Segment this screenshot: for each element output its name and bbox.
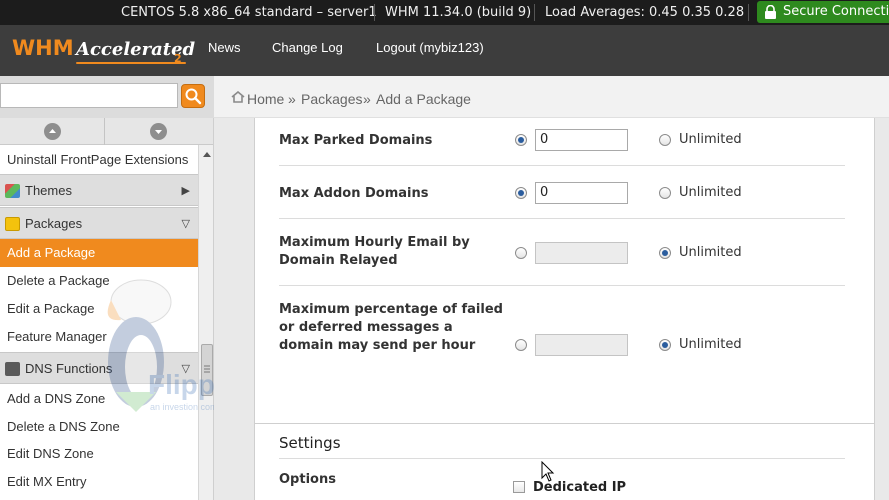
breadcrumb-separator: » bbox=[288, 91, 296, 107]
unlimited-label: Unlimited bbox=[679, 245, 742, 260]
breadcrumb-separator: » bbox=[363, 91, 371, 107]
addon-domains-unlimited-radio[interactable] bbox=[659, 187, 671, 199]
failed-percentage-unlimited-radio[interactable] bbox=[659, 339, 671, 351]
mouse-cursor-icon bbox=[541, 461, 555, 482]
sidebar-scroll-arrows bbox=[0, 118, 213, 145]
nav-logout[interactable]: Logout (mybiz123) bbox=[376, 25, 484, 76]
sidebar-item-delete-dns-zone[interactable]: Delete a DNS Zone bbox=[0, 413, 198, 441]
parked-domains-value-radio[interactable] bbox=[515, 134, 527, 146]
sidebar-item-edit-package[interactable]: Edit a Package bbox=[0, 295, 198, 323]
sidebar-section-packages[interactable]: Packages ▽ bbox=[0, 207, 198, 239]
field-label: Max Addon Domains bbox=[279, 186, 429, 201]
whm-version: WHM 11.34.0 (build 9) bbox=[385, 5, 532, 20]
sidebar-section-label: DNS Functions bbox=[25, 361, 113, 376]
status-divider bbox=[374, 4, 375, 21]
sidebar-section-label: Themes bbox=[25, 183, 72, 198]
form-row-max-addon-domains: Max Addon Domains 0 Unlimited bbox=[279, 166, 845, 219]
failed-percentage-input[interactable] bbox=[535, 334, 628, 356]
whm-logo[interactable]: WHM Accelerated 2 bbox=[12, 34, 195, 68]
chevron-down-icon: ▽ bbox=[181, 218, 190, 230]
sidebar-item-delete-package[interactable]: Delete a Package bbox=[0, 267, 198, 295]
form-row-max-failed-percentage: Maximum percentage of failed or deferred… bbox=[279, 286, 845, 378]
search-icon bbox=[185, 88, 202, 105]
home-icon bbox=[231, 91, 245, 103]
sidebar-scroll-down-button[interactable] bbox=[105, 118, 210, 145]
breadcrumb: Home » Packages » Add a Package bbox=[214, 76, 889, 118]
sidebar-item-uninstall-frontpage[interactable]: Uninstall FrontPage Extensions bbox=[0, 146, 198, 174]
nav-change-log[interactable]: Change Log bbox=[272, 25, 343, 76]
form-row-max-parked-domains: Max Parked Domains 0 Unlimited bbox=[279, 118, 845, 166]
unlimited-label: Unlimited bbox=[679, 185, 742, 200]
sidebar-item-add-package[interactable]: Add a Package bbox=[0, 239, 198, 267]
breadcrumb-current: Add a Package bbox=[376, 91, 471, 107]
app-header: WHM Accelerated 2 News Change Log Logout… bbox=[0, 25, 889, 76]
breadcrumb-home[interactable]: Home bbox=[247, 91, 284, 107]
logo-swoosh bbox=[76, 62, 186, 64]
options-label: Options bbox=[279, 472, 336, 487]
settings-panel: Settings Options Dedicated IP bbox=[254, 423, 875, 500]
themes-icon bbox=[5, 184, 20, 198]
server-os-info: CENTOS 5.8 x86_64 standard – server1 bbox=[121, 5, 377, 20]
sidebar-item-feature-manager[interactable]: Feature Manager bbox=[0, 323, 198, 351]
form-row-max-hourly-email: Maximum Hourly Email by Domain Relayed U… bbox=[279, 219, 845, 286]
breadcrumb-packages[interactable]: Packages bbox=[301, 91, 362, 107]
sidebar-item-edit-mx-entry[interactable]: Edit MX Entry bbox=[0, 468, 198, 496]
grip-icon bbox=[204, 365, 210, 373]
dedicated-ip-checkbox[interactable] bbox=[513, 481, 525, 493]
sidebar-section-label: Packages bbox=[25, 216, 83, 231]
sidebar-scroll-up-button[interactable] bbox=[0, 118, 105, 145]
field-label: Maximum percentage of failed or deferred… bbox=[279, 302, 503, 353]
dns-icon bbox=[5, 362, 20, 376]
chevron-down-icon: ▽ bbox=[181, 363, 190, 375]
parked-domains-input[interactable]: 0 bbox=[535, 129, 628, 151]
status-divider bbox=[748, 4, 749, 21]
field-label: Maximum Hourly Email by Domain Relayed bbox=[279, 235, 470, 268]
secure-connection-label: Secure Connection bbox=[783, 4, 889, 19]
addon-domains-value-radio[interactable] bbox=[515, 187, 527, 199]
search-button[interactable] bbox=[181, 84, 205, 108]
chevron-right-icon: ▶ bbox=[181, 185, 190, 197]
hourly-email-unlimited-radio[interactable] bbox=[659, 247, 671, 259]
addon-domains-input[interactable]: 0 bbox=[535, 182, 628, 204]
sidebar-item-edit-dns-zone[interactable]: Edit DNS Zone bbox=[0, 440, 198, 468]
settings-title: Settings bbox=[279, 434, 341, 452]
packages-icon bbox=[5, 217, 20, 231]
sidebar-nav: Uninstall FrontPage Extensions Themes ▶ … bbox=[0, 118, 214, 500]
field-label: Max Parked Domains bbox=[279, 133, 433, 148]
chevron-up-icon bbox=[44, 123, 61, 140]
sidebar-section-themes[interactable]: Themes ▶ bbox=[0, 174, 198, 206]
nav-news[interactable]: News bbox=[208, 25, 241, 76]
secure-connection-badge[interactable]: Secure Connection bbox=[757, 1, 889, 23]
load-averages: Load Averages: 0.45 0.35 0.28 bbox=[545, 5, 745, 20]
search-input[interactable] bbox=[0, 83, 178, 108]
unlimited-label: Unlimited bbox=[679, 132, 742, 147]
status-divider bbox=[534, 4, 535, 21]
sidebar-scroll-thumb[interactable] bbox=[201, 344, 213, 396]
settings-divider bbox=[279, 458, 845, 459]
lock-icon bbox=[765, 5, 776, 19]
server-status-bar: CENTOS 5.8 x86_64 standard – server1 WHM… bbox=[0, 0, 889, 25]
parked-domains-unlimited-radio[interactable] bbox=[659, 134, 671, 146]
hourly-email-value-radio[interactable] bbox=[515, 247, 527, 259]
logo-whm-text: WHM bbox=[12, 36, 74, 60]
sidebar-scrollbar[interactable] bbox=[198, 145, 213, 500]
unlimited-label: Unlimited bbox=[679, 337, 742, 352]
main-content: Max Parked Domains 0 Unlimited Max Addon… bbox=[214, 118, 889, 500]
chevron-down-icon bbox=[150, 123, 167, 140]
sidebar-item-add-dns-zone[interactable]: Add a DNS Zone bbox=[0, 385, 198, 413]
sidebar-section-dns[interactable]: DNS Functions ▽ bbox=[0, 352, 198, 384]
hourly-email-input[interactable] bbox=[535, 242, 628, 264]
failed-percentage-value-radio[interactable] bbox=[515, 339, 527, 351]
scroll-up-arrow-icon bbox=[203, 152, 211, 157]
